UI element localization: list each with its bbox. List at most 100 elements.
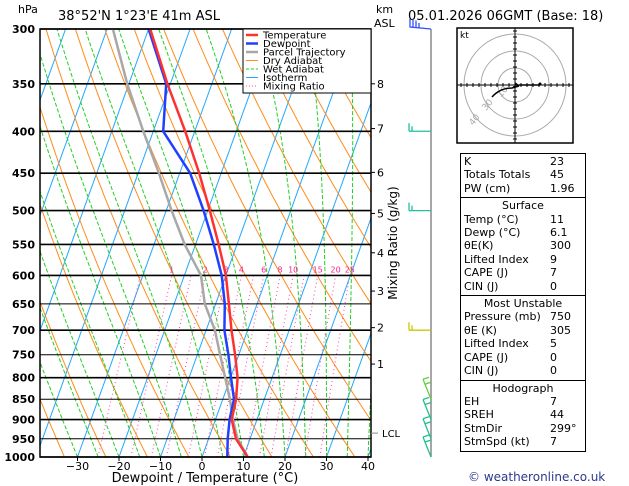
copyright-footer: © weatheronline.co.uk: [468, 470, 606, 484]
y-tick-label: 850: [12, 393, 35, 406]
y-tick-label: 650: [12, 298, 35, 311]
km-tick-label: 3: [377, 285, 384, 298]
mixing-ratio-line: [285, 275, 319, 457]
row-label: Temp (°C): [464, 212, 519, 226]
table-row: θE(K) 300: [461, 239, 585, 252]
table-row: Dewp (°C) 6.1: [461, 226, 585, 239]
hodograph-unit: kt: [460, 31, 469, 41]
table-row: StmSpd (kt) 7: [461, 435, 585, 448]
y-tick-label: 900: [12, 414, 35, 427]
y-tick-label: 450: [12, 167, 35, 180]
most-unstable-section: Most Unstable Pressure (mb) 750 θE (K) 305 Li…: [461, 295, 585, 379]
storm-motion-dot: [538, 82, 542, 86]
km-tick-label: 4: [377, 247, 384, 260]
y-tick-label: 950: [12, 433, 35, 446]
mixing-ratio-label: 20: [331, 265, 341, 274]
wind-barb: [422, 376, 432, 400]
mixing-ratio-label: 6: [261, 265, 266, 274]
row-label: Lifted Index: [464, 252, 529, 266]
km-tick-label: 5: [377, 207, 384, 220]
indices-table: K 23 Totals Totals 45 PW (cm) 1.96 Surface Temp…: [460, 153, 586, 452]
row-label: θE (K): [464, 323, 497, 337]
row-label: CAPE (J): [464, 350, 509, 364]
barb-shaft: [422, 396, 432, 420]
row-label: Dewp (°C): [464, 226, 521, 240]
y-tick-label: 500: [12, 205, 35, 218]
row-label: CIN (J): [464, 364, 499, 378]
row-value: 5: [550, 337, 557, 351]
row-value: 23: [550, 155, 564, 168]
table-row: EH 7: [461, 395, 585, 408]
wind-barb: [422, 434, 432, 458]
table-row: CIN (J) 0: [461, 280, 585, 293]
wet-adiabat-line: [84, 29, 224, 457]
table-row: θE (K) 305: [461, 324, 585, 337]
wind-barb: [408, 202, 431, 212]
y-tick-label: 800: [12, 372, 35, 385]
row-label: Lifted Index: [464, 337, 529, 351]
mixing-ratio-line: [165, 275, 206, 457]
barb-shaft: [422, 376, 432, 400]
mixing-ratio-label: 10: [288, 265, 298, 274]
row-value: 0: [550, 364, 557, 378]
row-value: 305: [550, 323, 571, 337]
section-title: Hodograph: [492, 381, 554, 395]
datetime-title: 05.01.2026 06GMT (Base: 18): [408, 9, 603, 24]
row-label: StmSpd (kt): [464, 435, 530, 449]
table-row: CAPE (J) 0: [461, 351, 585, 364]
mixing-ratio-line: [304, 275, 337, 457]
mixing-ratio-line: [259, 275, 294, 457]
row-value: 6.1: [550, 226, 568, 240]
wind-barbs: [408, 19, 432, 458]
row-value: 7: [550, 266, 557, 280]
mixing-ratio-label: 8: [278, 265, 283, 274]
row-label: PW (cm): [464, 181, 511, 195]
row-value: 0: [550, 279, 557, 293]
table-row: K 23: [461, 155, 585, 168]
mixing-ratio-line: [319, 275, 351, 457]
mixing-ratio-line: [245, 275, 281, 457]
km-tick-label: 6: [377, 166, 384, 179]
km-tick-label: 7: [377, 123, 384, 136]
row-value: 299°: [550, 421, 577, 435]
table-row: PW (cm) 1.96: [461, 182, 585, 195]
table-row: Lifted Index 9: [461, 253, 585, 266]
row-label: Pressure (mb): [464, 310, 541, 324]
y-tick-label: 700: [12, 324, 35, 337]
km-tick-label: 2: [377, 322, 384, 335]
isotherm-line: [77, 29, 233, 457]
barb-shaft: [422, 434, 432, 458]
wind-barb: [408, 123, 431, 132]
table-row: Totals Totals 45: [461, 168, 585, 181]
table-row: CIN (J) 0: [461, 364, 585, 377]
dry-adiabat-line: [605, 29, 629, 457]
hodograph-section: Hodograph EH 7 SREH 44 StmDir 299° StmSpd (kt) 7: [461, 379, 585, 451]
pressure-unit-label: hPa: [18, 3, 38, 16]
km-tick-label: 1: [377, 358, 384, 371]
location-title: 38°52'N 1°23'E 41m ASL: [58, 9, 221, 24]
y-tick-label: 300: [12, 23, 35, 36]
table-row: Temp (°C) 11: [461, 213, 585, 226]
row-label: StmDir: [464, 421, 503, 435]
mixing-ratio-label: 15: [313, 265, 323, 274]
row-value: 1.96: [550, 181, 575, 195]
general-indices-section: K 23 Totals Totals 45 PW (cm) 1.96: [461, 154, 585, 197]
row-label: θE(K): [464, 239, 494, 253]
dry-adiabat-line: [74, 29, 273, 457]
row-value: 11: [550, 212, 564, 226]
mixing-ratio-label: 25: [345, 265, 355, 274]
row-value: 750: [550, 310, 571, 324]
row-value: 300: [550, 239, 571, 253]
table-row: SREH 44: [461, 408, 585, 421]
table-row: Lifted Index 5: [461, 337, 585, 350]
row-value: 0: [550, 350, 557, 364]
section-title: Surface: [502, 199, 544, 213]
wind-barb: [408, 322, 431, 331]
y-tick-label: 1000: [4, 451, 35, 464]
section-title: Most Unstable: [483, 297, 563, 311]
y-tick-label: 400: [12, 125, 35, 138]
row-label: SREH: [464, 408, 494, 422]
table-row: StmDir 299°: [461, 422, 585, 435]
lcl-label: LCL: [382, 429, 401, 440]
x-tick-label: 30: [320, 460, 334, 473]
